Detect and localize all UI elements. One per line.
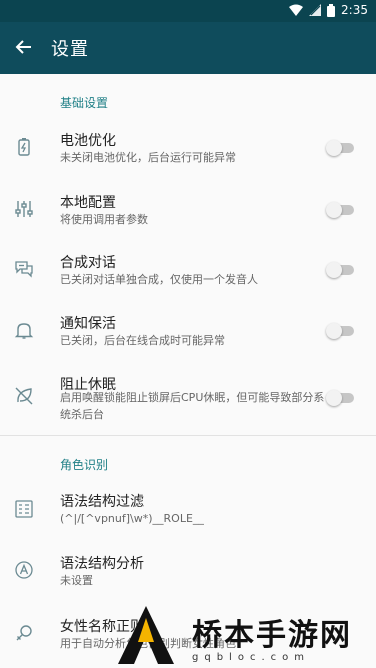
- row-subtitle: 已关闭，后台在线合成时可能异常: [60, 334, 225, 347]
- page-title: 设置: [51, 39, 89, 60]
- row-title: 语法结构分析: [60, 556, 144, 572]
- row-title: 合成对话: [60, 255, 116, 271]
- signal-icon: [309, 4, 322, 16]
- section-title-basic: 基础设置: [60, 96, 109, 110]
- sliders-icon: [15, 201, 33, 217]
- dialog-synthesis-toggle[interactable]: [326, 262, 354, 278]
- section-title-role: 角色识别: [60, 458, 109, 472]
- bell-icon: [14, 323, 34, 339]
- setting-dialog-synthesis[interactable]: 合成对话 已关闭对话单独合成，仅使用一个发音人: [0, 242, 376, 300]
- watermark-url: gqbloc.com: [192, 652, 310, 663]
- local-config-toggle[interactable]: [326, 202, 354, 218]
- text-a-icon: [15, 561, 33, 579]
- prevent-sleep-toggle[interactable]: [326, 390, 354, 406]
- setting-local-config[interactable]: 本地配置 将使用调用者参数: [0, 182, 376, 240]
- row-subtitle: 未设置: [60, 574, 93, 587]
- watermark-logo-icon: [118, 606, 174, 664]
- row-title: 通知保活: [60, 316, 116, 332]
- wifi-icon: [289, 4, 304, 16]
- role-syntax-filter[interactable]: 语法结构过滤 (^|/[^vpnuf]\w*)__ROLE__: [0, 479, 376, 537]
- row-title: 本地配置: [60, 195, 116, 211]
- leaf-off-icon: [15, 387, 33, 405]
- filter-doc-icon: [15, 500, 33, 518]
- row-subtitle: 未关闭电池优化，后台运行可能异常: [60, 151, 236, 164]
- status-bar: 2:35: [0, 0, 376, 22]
- arrow-left-icon: [15, 40, 31, 54]
- settings-list[interactable]: 基础设置 电池优化 未关闭电池优化，后台运行可能异常 本地配置 将使用调用者参数: [0, 74, 376, 668]
- row-subtitle: 已关闭对话单独合成，仅使用一个发音人: [60, 273, 258, 286]
- chat-icon: [15, 261, 33, 278]
- setting-battery-optimization[interactable]: 电池优化 未关闭电池优化，后台运行可能异常: [0, 120, 376, 178]
- back-button[interactable]: [12, 35, 36, 59]
- row-subtitle: (^|/[^vpnuf]\w*)__ROLE__: [60, 512, 204, 525]
- female-icon: [16, 625, 32, 641]
- section-divider: [0, 435, 376, 436]
- role-syntax-analysis[interactable]: 语法结构分析 未设置: [0, 544, 376, 602]
- watermark: 桥本手游网 gqbloc.com: [114, 598, 376, 668]
- setting-notification-keepalive[interactable]: 通知保活 已关闭，后台在线合成时可能异常: [0, 303, 376, 361]
- notification-keepalive-toggle[interactable]: [326, 323, 354, 339]
- battery-status-icon: [327, 3, 336, 17]
- setting-prevent-sleep[interactable]: 阻止休眠 启用唤醒锁能阻止锁屏后CPU休眠，但可能导致部分系统杀后台: [0, 364, 376, 434]
- battery-icon: [18, 138, 30, 156]
- app-bar: 设置: [0, 22, 376, 74]
- watermark-text: 桥本手游网: [192, 618, 352, 653]
- row-subtitle: 将使用调用者参数: [60, 213, 148, 226]
- row-title: 语法结构过滤: [60, 494, 144, 510]
- row-title: 电池优化: [60, 133, 116, 149]
- row-subtitle: 启用唤醒锁能阻止锁屏后CPU休眠，但可能导致部分系统杀后台: [60, 391, 325, 421]
- status-time: 2:35: [341, 3, 368, 17]
- battery-optimization-toggle[interactable]: [326, 140, 354, 156]
